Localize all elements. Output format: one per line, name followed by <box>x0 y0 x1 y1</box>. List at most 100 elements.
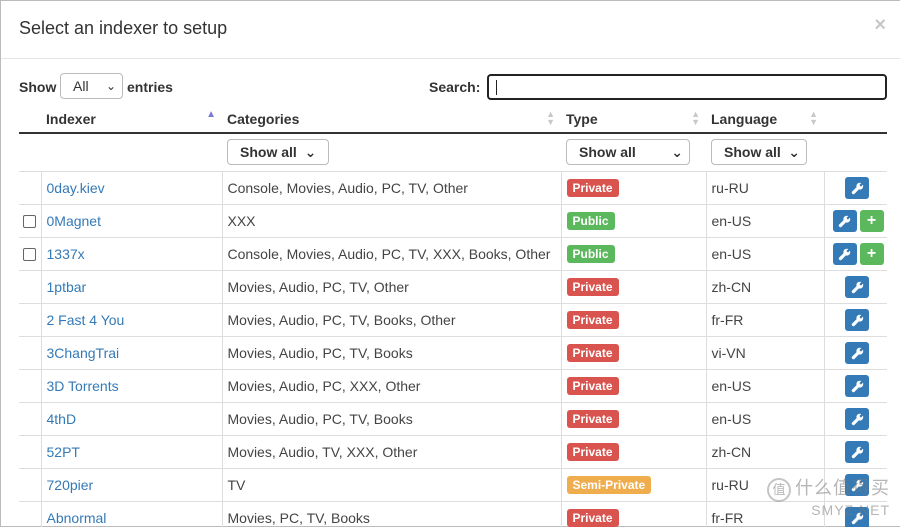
row-checkbox-cell <box>19 204 41 238</box>
configure-button[interactable] <box>845 341 870 364</box>
plus-icon: + <box>866 244 877 262</box>
wrench-icon <box>851 180 864 195</box>
indexer-cell: 0day.kiev <box>40 171 222 205</box>
type-cell: Public <box>560 237 706 271</box>
actions-cell <box>823 336 887 370</box>
categories-cell: Movies, Audio, PC, TV, Other <box>221 270 561 304</box>
table-row: 720pier TV Semi-Private ru-RU <box>19 468 887 502</box>
wrench-icon <box>851 312 864 327</box>
row-checkbox-cell <box>19 171 41 205</box>
header-categories[interactable]: Categories ▲ ▼ <box>222 105 561 134</box>
table-row: 0day.kiev Console, Movies, Audio, PC, TV,… <box>19 171 887 205</box>
configure-button[interactable] <box>845 176 870 199</box>
actions-cell <box>823 402 887 436</box>
categories-cell: Console, Movies, Audio, PC, TV, Other <box>221 171 561 205</box>
wrench-icon <box>851 411 864 426</box>
modal-title: Select an indexer to setup <box>19 18 228 38</box>
sort-icon: ▲ ▼ <box>809 109 818 127</box>
entries-select[interactable]: All ⌄ <box>60 73 123 99</box>
categories-cell: Movies, Audio, PC, TV, Books, Other <box>221 303 561 337</box>
language-filter-select[interactable]: Show all ⌄ <box>711 139 807 166</box>
wrench-icon <box>851 477 864 492</box>
sort-ascending-icon: ▲ <box>206 109 216 120</box>
configure-button[interactable] <box>845 374 870 397</box>
indexer-table: Indexer ▲ Categories ▲ ▼ Type ▲ ▼ Language ▲ ▼ … <box>19 105 887 527</box>
indexer-link[interactable]: 3ChangTrai <box>47 345 120 361</box>
header-language[interactable]: Language ▲ ▼ <box>706 105 824 134</box>
wrench-icon <box>851 444 864 459</box>
configure-button[interactable] <box>845 275 870 298</box>
actions-cell <box>823 303 887 337</box>
indexer-link[interactable]: 1ptbar <box>47 279 87 295</box>
indexer-cell: Abnormal <box>40 501 222 527</box>
language-cell: fr-FR <box>705 501 824 527</box>
wrench-icon <box>851 345 864 360</box>
type-filter-value: Show all <box>579 144 636 161</box>
row-checkbox[interactable] <box>23 248 37 262</box>
wrench-icon <box>851 279 864 294</box>
indexer-cell: 4thD <box>40 402 222 436</box>
filter-row: Show all ⌄ Show all ⌄ Show all ⌄ <box>19 133 887 172</box>
table-row: 2 Fast 4 You Movies, Audio, PC, TV, Books… <box>19 303 887 337</box>
modal-header: Select an indexer to setup × <box>1 1 900 59</box>
add-indexer-button[interactable]: + <box>859 209 884 232</box>
indexer-link[interactable]: 2 Fast 4 You <box>47 312 125 328</box>
configure-button[interactable] <box>845 473 870 496</box>
chevron-down-icon: ⌄ <box>788 144 800 161</box>
type-cell: Private <box>560 501 706 527</box>
type-cell: Private <box>560 270 706 304</box>
search-label: Search: <box>429 79 481 95</box>
language-cell: en-US <box>705 237 824 271</box>
indexer-link[interactable]: 52PT <box>47 444 80 460</box>
type-cell: Private <box>560 171 706 205</box>
configure-button[interactable] <box>832 242 857 265</box>
row-checkbox-cell <box>19 402 41 436</box>
add-indexer-button[interactable]: + <box>859 242 884 265</box>
header-actions <box>824 105 887 134</box>
indexer-link[interactable]: 0Magnet <box>47 213 101 229</box>
language-cell: fr-FR <box>705 303 824 337</box>
indexer-link[interactable]: 0day.kiev <box>47 180 105 196</box>
table-row: 1337x Console, Movies, Audio, PC, TV, XXX… <box>19 237 887 271</box>
table-row: 3ChangTrai Movies, Audio, PC, TV, Books Pr… <box>19 336 887 370</box>
table-controls: Show All ⌄ entries Search: <box>19 73 887 101</box>
indexer-cell: 2 Fast 4 You <box>40 303 222 337</box>
table-row: 1ptbar Movies, Audio, PC, TV, Other Privat… <box>19 270 887 304</box>
header-type[interactable]: Type ▲ ▼ <box>561 105 706 134</box>
type-badge: Private <box>566 508 619 527</box>
indexer-link[interactable]: 3D Torrents <box>47 378 119 394</box>
search-input[interactable] <box>487 74 887 100</box>
close-button[interactable]: × <box>874 15 886 35</box>
indexer-link[interactable]: 1337x <box>47 246 85 262</box>
header-indexer[interactable]: Indexer ▲ <box>41 105 222 134</box>
indexer-link[interactable]: 4thD <box>47 411 77 427</box>
table-row: 3D Torrents Movies, Audio, PC, XXX, Other… <box>19 369 887 403</box>
categories-cell: Movies, PC, TV, Books <box>221 501 561 527</box>
wrench-icon <box>851 378 864 393</box>
wrench-icon <box>838 246 851 261</box>
type-filter-select[interactable]: Show all ⌄ <box>566 139 690 166</box>
actions-cell <box>823 468 887 502</box>
header-categories-label: Categories <box>227 110 300 127</box>
row-checkbox-cell <box>19 468 41 502</box>
configure-button[interactable] <box>845 308 870 331</box>
type-badge: Private <box>566 343 619 362</box>
type-cell: Semi-Private <box>560 468 706 502</box>
row-checkbox[interactable] <box>23 215 37 229</box>
table-row: Abnormal Movies, PC, TV, Books Private fr-F… <box>19 501 887 527</box>
configure-button[interactable] <box>845 440 870 463</box>
indexer-link[interactable]: 720pier <box>47 477 94 493</box>
configure-button[interactable] <box>845 407 870 430</box>
chevron-down-icon: ⌄ <box>105 79 116 93</box>
type-badge: Private <box>566 376 619 395</box>
type-cell: Private <box>560 336 706 370</box>
categories-cell: TV <box>221 468 561 502</box>
type-badge: Private <box>566 277 619 296</box>
row-checkbox-cell <box>19 369 41 403</box>
configure-button[interactable] <box>845 506 870 527</box>
indexer-link[interactable]: Abnormal <box>47 510 107 526</box>
table-row: 0Magnet XXX Public en-US + <box>19 204 887 238</box>
type-badge: Private <box>566 442 619 461</box>
categories-filter-select[interactable]: Show all ⌄ <box>227 139 330 166</box>
configure-button[interactable] <box>832 209 857 232</box>
